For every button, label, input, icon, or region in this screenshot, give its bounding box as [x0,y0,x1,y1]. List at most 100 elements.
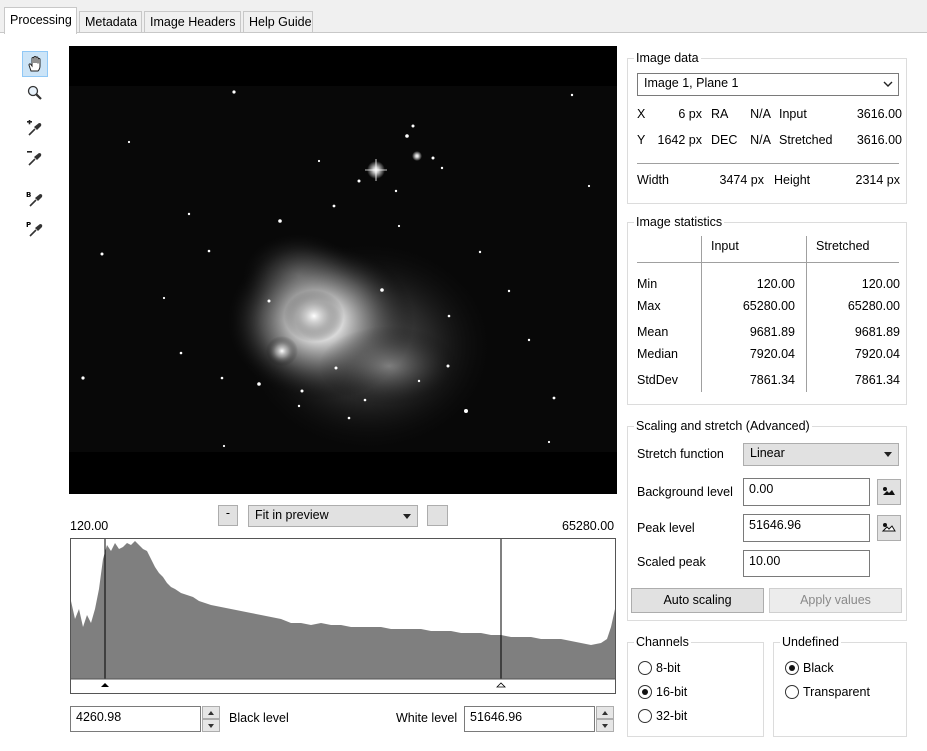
stats-row-input: 7861.34 [749,373,795,387]
stats-row-label: Median [637,347,678,361]
background-level-label: Background level [637,485,733,499]
black-level-input[interactable]: 4260.98 [70,706,201,732]
image-plane-select[interactable]: Image 1, Plane 1 [637,73,899,96]
stretched-pixel-label: Stretched [779,133,833,147]
x-label: X [637,107,646,121]
stats-row-stretched: 65280.00 [847,299,900,313]
image-plane-value: Image 1, Plane 1 [644,76,739,90]
scaled-peak-input[interactable]: 10.00 [743,550,870,577]
black-level-label: Black level [229,711,289,725]
stats-row-label: Mean [637,325,669,339]
apply-values-button[interactable]: Apply values [769,588,902,613]
eyedropper-icon [883,487,895,495]
stats-col-divider-2 [806,236,807,392]
histogram-min-label: 120.00 [70,519,109,533]
channel-32bit-label: 32-bit [656,709,688,723]
white-level-input[interactable]: 51646.96 [464,706,595,732]
width-value: 3474 px [719,173,764,187]
stats-row-label: StdDev [637,373,678,387]
stats-row-stretched: 9681.89 [854,325,900,339]
y-label: Y [637,133,646,147]
white-level-spinner[interactable] [596,706,614,732]
undefined-black-label: Black [803,661,834,675]
dec-value: N/A [750,133,771,147]
nebula-image [69,86,617,456]
stretch-function-label: Stretch function [637,447,724,461]
stats-row-stretched: 7920.04 [854,347,900,361]
scaled-peak-label: Scaled peak [637,555,706,569]
input-pixel-label: Input [779,107,807,121]
stats-row-input: 7920.04 [749,347,795,361]
image-data-title: Image data [634,51,701,65]
channel-16bit-label: 16-bit [656,685,688,699]
height-value: 2314 px [855,173,900,187]
background-level-input[interactable]: 0.00 [743,478,870,506]
scaling-stretch-title: Scaling and stretch (Advanced) [634,419,812,433]
stats-row-stretched: 7861.34 [854,373,900,387]
stats-row-input: 65280.00 [742,299,795,313]
stats-input-header: Input [711,239,739,253]
stats-row-input: 120.00 [756,277,795,291]
stats-row-input: 9681.89 [749,325,795,339]
channel-32bit-radio[interactable] [638,709,652,723]
undefined-transparent-label: Transparent [803,685,870,699]
white-level-label: White level [396,711,458,725]
eyedropper-black-point-icon[interactable]: B [22,186,48,212]
black-level-spinner[interactable] [202,706,220,732]
tab-processing[interactable]: Processing [4,7,77,34]
undefined-transparent-radio[interactable] [785,685,799,699]
channel-8bit-radio[interactable] [638,661,652,675]
tab-bar: Processing Metadata Image Headers Help G… [0,0,927,34]
eyedropper-peak-icon[interactable]: P [22,216,48,242]
white-level-slider-handle[interactable] [496,682,506,688]
image-data-divider [637,163,899,164]
input-pixel-value: 3616.00 [856,107,902,121]
undefined-title: Undefined [780,635,841,649]
zoom-mode-value: Fit in preview [255,508,329,522]
width-label: Width [637,173,669,187]
histogram-max-label: 65280.00 [562,519,615,533]
stretch-function-select[interactable]: Linear [743,443,899,466]
tab-help-guide[interactable]: Help Guide [243,11,313,33]
image-preview[interactable] [69,46,617,494]
peak-level-label: Peak level [637,521,695,535]
zoom-out-button[interactable]: - [218,505,238,526]
tab-image-headers[interactable]: Image Headers [144,11,241,33]
channels-title: Channels [634,635,691,649]
histogram[interactable] [70,538,616,694]
ra-value: N/A [750,107,771,121]
stats-row-label: Max [637,299,661,313]
channel-8bit-label: 8-bit [656,661,681,675]
svg-text:B: B [26,191,31,199]
svg-text:P: P [26,221,31,229]
dec-label: DEC [711,133,738,147]
eyedropper-icon [881,523,896,532]
pick-background-button[interactable] [877,479,901,505]
stretched-pixel-value: 3616.00 [856,133,902,147]
stats-row-stretched: 120.00 [861,277,900,291]
stats-col-divider-1 [701,236,702,392]
stats-stretched-header: Stretched [816,239,870,253]
zoom-mode-select[interactable]: Fit in preview [248,505,418,527]
ra-label: RA [711,107,729,121]
peak-level-input[interactable]: 51646.96 [743,514,870,542]
auto-scaling-button[interactable]: Auto scaling [631,588,764,613]
x-value: 6 px [678,107,702,121]
eyedropper-add-icon[interactable] [22,116,48,142]
channel-16bit-radio[interactable] [638,685,652,699]
hand-tool-icon[interactable] [22,51,48,77]
stretch-function-value: Linear [750,446,785,460]
zoom-in-button[interactable] [427,505,448,526]
height-label: Height [774,173,811,187]
image-statistics-title: Image statistics [634,215,725,229]
stats-header-divider [637,262,899,263]
zoom-tool-icon[interactable] [22,80,48,106]
pick-peak-button[interactable] [877,515,901,541]
eyedropper-remove-icon[interactable] [22,146,48,172]
tab-metadata[interactable]: Metadata [79,11,142,33]
histogram-area [71,541,615,679]
stats-row-label: Min [637,277,658,291]
y-value: 1642 px [657,133,702,147]
black-level-slider-handle[interactable] [101,683,109,687]
undefined-black-radio[interactable] [785,661,799,675]
